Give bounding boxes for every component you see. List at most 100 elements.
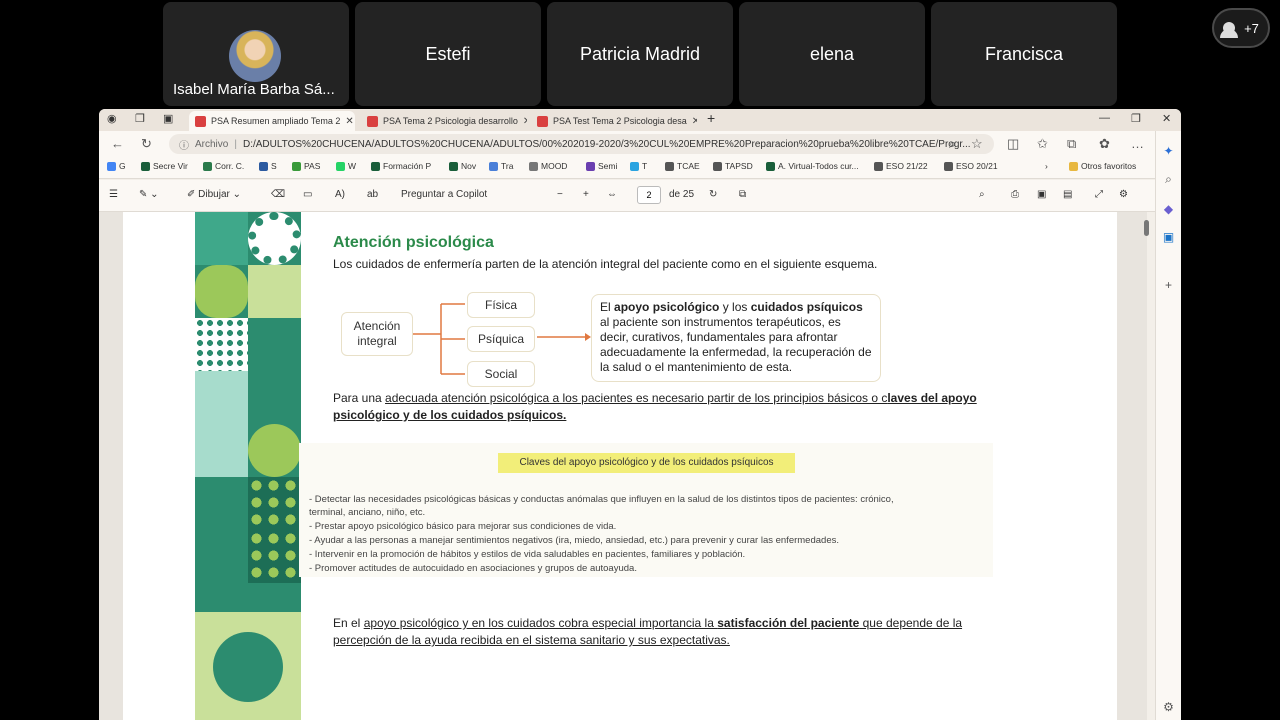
bookmark-item[interactable]: TAPSD (713, 161, 753, 171)
zoom-icon[interactable]: ⌕ (949, 136, 956, 152)
close-icon[interactable]: ✕ (345, 116, 353, 127)
bookmark-item[interactable]: Tra (489, 161, 513, 171)
participant-tile[interactable]: Patricia Madrid (547, 2, 733, 106)
settings-icon[interactable]: ⚙ (1162, 701, 1175, 714)
save-icon[interactable]: ▣ (1037, 189, 1046, 200)
bookmark-item[interactable]: PAS (292, 161, 320, 171)
close-icon[interactable]: ✕ (523, 116, 527, 127)
outlook-icon[interactable]: ▣ (1162, 231, 1175, 244)
pdf-icon (367, 115, 378, 127)
draw-label: Dibujar (198, 189, 230, 200)
add-icon[interactable]: + (1162, 279, 1175, 292)
battery-icon (195, 477, 248, 530)
bookmark-item[interactable]: S (259, 161, 277, 171)
fullscreen-icon[interactable]: ⤢ (1095, 189, 1103, 200)
print-icon[interactable]: ⎙ (1011, 189, 1019, 200)
translate-icon[interactable]: ab (367, 189, 378, 200)
profile-icon[interactable]: ◉ (107, 112, 117, 125)
tab-tema2[interactable]: PSA Tema 2 Psicologia desarrollo ✕ (361, 111, 527, 131)
key-item: - Intervenir en la promoción de hábitos … (309, 549, 746, 560)
address-bar[interactable]: ⓘ Archivo | D:/ADULTOS%20CHUCENA/ADULTOS… (169, 134, 994, 154)
page-count: de 25 (669, 189, 695, 200)
split-screen-icon[interactable]: ◫ (1007, 136, 1019, 152)
fit-page-icon[interactable]: ⇔ (607, 189, 617, 200)
scroll-thumb[interactable] (1144, 220, 1149, 236)
participant-tile[interactable]: Isabel María Barba Sá... (163, 2, 349, 106)
diagram-branch-psiquica: Psíquica (467, 326, 535, 352)
bookmark-label: A. Virtual-Todos cur... (778, 161, 859, 171)
pdf-viewer[interactable]: Atención psicológica Los cuidados de enf… (99, 212, 1147, 720)
participant-tile[interactable]: elena (739, 2, 925, 106)
back-icon[interactable]: ← (111, 136, 124, 151)
collections-icon[interactable]: ❐ (135, 112, 145, 125)
participant-tile[interactable]: Francisca (931, 2, 1117, 106)
tab-test[interactable]: PSA Test Tema 2 Psicologia desa ✕ (531, 111, 697, 131)
bookmark-label: TAPSD (725, 161, 753, 171)
bookmark-item[interactable]: Corr. C. (203, 161, 244, 171)
extensions-icon[interactable]: ✿ (1099, 136, 1110, 152)
settings-icon[interactable]: ⚙ (1119, 189, 1128, 200)
restore-button[interactable]: ❐ (1131, 112, 1141, 125)
bookmark-item[interactable]: A. Virtual-Todos cur... (766, 161, 859, 171)
minimize-button[interactable]: — (1099, 112, 1110, 124)
para-text: que depende de la (859, 616, 963, 630)
summary-text: al paciente son instrumentos terapéutico… (600, 315, 872, 374)
participant-tile[interactable]: Estefi (355, 2, 541, 106)
contents-icon[interactable]: ☰ (109, 189, 118, 200)
bookmark-item[interactable]: ESO 20/21 (944, 161, 998, 171)
scrollbar[interactable] (1143, 212, 1151, 720)
bookmark-item[interactable]: G (107, 161, 126, 171)
favorites-icon[interactable]: ✩ (1037, 136, 1048, 152)
refresh-icon[interactable]: ↻ (141, 136, 152, 152)
bookmark-folder[interactable]: Otros favoritos (1069, 161, 1136, 171)
page-number-input[interactable]: 2 (637, 186, 661, 204)
new-tab-button[interactable]: + (707, 110, 715, 126)
search-icon[interactable]: ⌕ (1162, 173, 1175, 186)
rotate-icon[interactable]: ↻ (709, 189, 717, 200)
close-icon[interactable]: ✕ (692, 116, 697, 127)
copilot-icon[interactable]: ✦ (1162, 145, 1175, 158)
bookmark-item[interactable]: Semi (586, 161, 617, 171)
zoom-in-button[interactable]: + (583, 189, 589, 200)
ask-copilot-button[interactable]: Preguntar a Copilot (401, 189, 487, 200)
pill-icon (248, 424, 301, 477)
para-text: percepción de la ayuda recibida en el si… (333, 633, 730, 647)
tab-resumen[interactable]: PSA Resumen ampliado Tema 2 ✕ (189, 111, 355, 131)
bookmark-item[interactable]: Nov (449, 161, 476, 171)
bookmark-label: ESO 21/22 (886, 161, 928, 171)
bookmark-label: Nov (461, 161, 477, 171)
summary-text: El (600, 300, 615, 314)
key-item: - Prestar apoyo psicológico básico para … (309, 521, 617, 532)
more-menu-icon[interactable]: … (1131, 136, 1144, 151)
bookmark-item[interactable]: Formación P (371, 161, 431, 171)
bookmark-item[interactable]: MOOD (529, 161, 567, 171)
browser-window: ◉ ❐ ▣ PSA Resumen ampliado Tema 2 ✕ PSA … (99, 109, 1181, 720)
highlight-icon[interactable]: ✎ ⌄ (139, 189, 159, 200)
chevron-right-icon[interactable]: › (1045, 161, 1048, 171)
bookmark-item[interactable]: T (630, 161, 647, 171)
zoom-out-button[interactable]: − (557, 189, 563, 200)
tools-icon[interactable]: ◆ (1162, 203, 1175, 216)
page-view-icon[interactable]: ⧉ (739, 189, 746, 200)
para-bold: satisfacción del paciente (717, 616, 860, 630)
eraser-icon[interactable]: ⌫ (271, 189, 285, 200)
favorite-icon[interactable]: ☆ (971, 136, 983, 152)
bookmark-item[interactable]: TCAE (665, 161, 700, 171)
more-participants-button[interactable]: +7 (1212, 8, 1270, 48)
bookmark-label: Otros favoritos (1081, 161, 1137, 171)
pattern-cell (248, 318, 301, 371)
draw-button[interactable]: ✐ Dibujar ⌄ (187, 189, 241, 200)
collections-icon[interactable]: ⧉ (1067, 136, 1076, 152)
save-as-icon[interactable]: ▤ (1063, 189, 1072, 200)
bookmark-item[interactable]: Secre Vir (141, 161, 188, 171)
bookmark-item[interactable]: ESO 21/22 (874, 161, 928, 171)
view-icon[interactable]: ▭ (303, 189, 312, 200)
bookmark-item[interactable]: W (336, 161, 356, 171)
summary-bold: apoyo psicológico (614, 300, 720, 314)
virus-icon (248, 212, 301, 265)
tab-actions-icon[interactable]: ▣ (163, 112, 173, 125)
close-window-button[interactable]: ✕ (1162, 112, 1171, 125)
search-icon[interactable]: ⌕ (979, 189, 985, 200)
participant-name: Isabel María Barba Sá... (173, 81, 335, 98)
read-aloud-icon[interactable]: A) (335, 189, 345, 200)
